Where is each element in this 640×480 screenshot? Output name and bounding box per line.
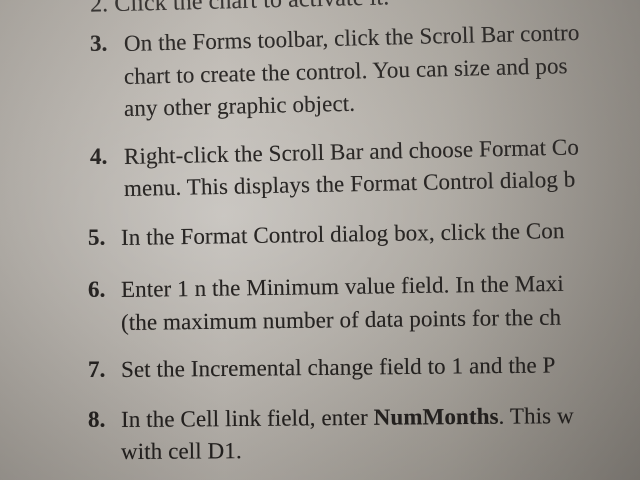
step-8-suffix: . This w [498,403,574,429]
step-8-line-1: In the Cell link field, enter NumMonths.… [121,401,574,434]
step-number-3: 3. [90,31,108,56]
cell-link-name: NumMonths [373,403,499,430]
step-8-line-2: with cell D1. [120,438,242,464]
photographed-book-page: 2. Click the chart to activate it. 3. On… [0,0,640,480]
step-6-line-2: (the maximum number of data points for t… [120,304,562,335]
step-number-8: 8. [88,407,106,432]
step-3-line-3: any other graphic object. [123,90,356,121]
step-6-line-1: Enter 1 n the Minimum value field. In th… [120,270,564,302]
step-number-4: 4. [90,144,108,169]
step-number-5: 5. [88,225,106,250]
step-3-line-2: chart to create the control. You can siz… [123,53,568,89]
instruction-text-page: 2. Click the chart to activate it. 3. On… [0,0,640,480]
step-4-line-2: menu. This displays the Format Control d… [123,166,576,201]
step-number-7: 7. [88,357,106,382]
step-8-prefix: In the Cell link field, enter [120,404,374,432]
step-7-line-1: Set the Incremental change field to 1 an… [120,352,556,382]
step-5-line-1: In the Format Control dialog box, click … [120,218,565,250]
step-number-6: 6. [88,277,106,302]
top-cropped-step-text: 2. Click the chart to activate it. [89,0,390,18]
